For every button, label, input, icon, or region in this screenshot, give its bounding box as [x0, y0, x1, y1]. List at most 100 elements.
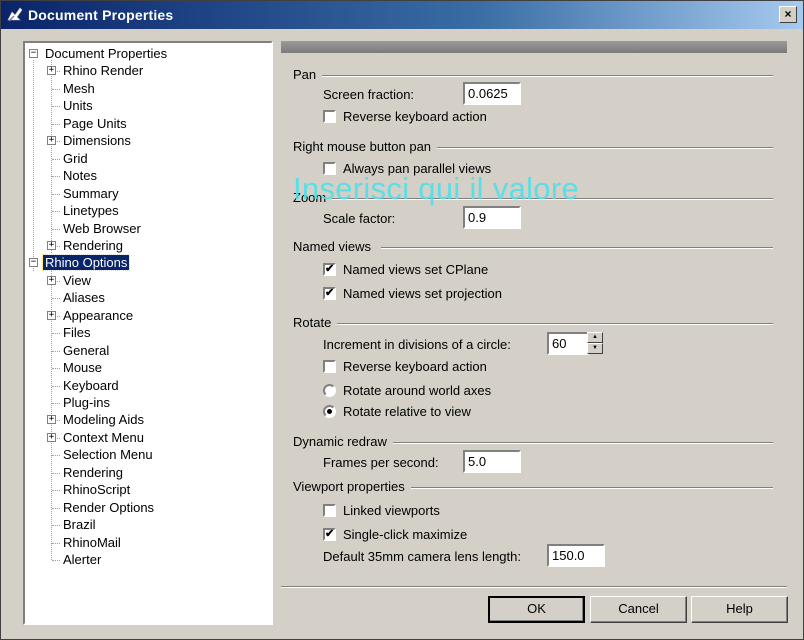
tree-item-label: General [63, 342, 110, 358]
tree-item-label: Aliases [63, 290, 105, 306]
tree-guide-line [52, 455, 60, 457]
tree-item[interactable]: Rhino Render [61, 62, 145, 79]
right-mouse-group-label: Right mouse button pan [293, 139, 438, 154]
tree-guide-line [52, 490, 60, 492]
increment-divisions-input[interactable]: 60 [547, 332, 589, 355]
title-bar[interactable]: Document Properties × [1, 1, 803, 29]
scale-factor-input[interactable]: 0.9 [463, 206, 521, 229]
tree-item[interactable]: Appearance [61, 307, 135, 324]
document-properties-dialog: Document Properties × Document Propertie… [0, 0, 804, 640]
tree-item[interactable]: View [61, 272, 93, 289]
cancel-button[interactable]: Cancel [590, 596, 687, 623]
plus-icon[interactable]: + [47, 136, 56, 146]
tree-guide-line [52, 106, 60, 108]
tree-item[interactable]: Mesh [61, 80, 97, 97]
tree-item[interactable]: Page Units [61, 115, 129, 132]
pan-reverse-keyboard-checkbox[interactable] [323, 110, 336, 123]
tree-item-label: Rendering [63, 464, 123, 480]
group-line [433, 147, 773, 149]
tree-item[interactable]: Grid [61, 150, 90, 167]
tree-item[interactable]: Context Menu [61, 429, 146, 446]
named-views-group-label: Named views [293, 239, 378, 254]
tree-item[interactable]: Mouse [61, 359, 104, 376]
linked-viewports-checkbox[interactable] [323, 504, 336, 517]
tree-item-label: Render Options [63, 499, 155, 515]
screen-fraction-input[interactable]: 0.0625 [463, 82, 521, 105]
tree-item-label: Mouse [63, 360, 103, 376]
single-click-maximize-checkbox[interactable]: ✔ [323, 528, 336, 541]
tree-item[interactable]: Rendering [61, 464, 125, 481]
minus-icon[interactable]: − [29, 258, 38, 268]
options-tree[interactable]: Document Properties − Rhino Render + Mesh Uni… [23, 41, 273, 625]
tree-guide-line [52, 298, 60, 300]
tree-item[interactable]: RhinoMail [61, 534, 123, 551]
tree-item[interactable]: Rendering [61, 237, 125, 254]
viewport-properties-group-label: Viewport properties [293, 479, 411, 494]
tree-item[interactable]: Render Options [61, 499, 156, 516]
spin-down-icon[interactable]: ▼ [587, 343, 603, 354]
help-button[interactable]: Help [691, 596, 788, 623]
tree-guide-line [52, 560, 60, 562]
tree-item-label: Plug-ins [63, 395, 110, 410]
tree-item[interactable]: Plug-ins [61, 394, 112, 411]
ok-button[interactable]: OK [488, 596, 585, 623]
plus-icon[interactable]: + [47, 432, 56, 442]
tree-item[interactable]: Units [61, 97, 95, 114]
tree-item-label: View [63, 272, 91, 288]
tree-item[interactable]: General [61, 342, 111, 359]
plus-icon[interactable]: + [47, 310, 56, 320]
rotate-group-label: Rotate [293, 315, 338, 330]
options-panel: Pan Screen fraction: 0.0625 Reverse keyb… [281, 41, 787, 586]
button-divider [281, 586, 787, 588]
tree-item[interactable]: RhinoScript [61, 481, 132, 498]
group-line [337, 323, 773, 325]
tree-item[interactable]: Summary [61, 185, 121, 202]
tree-guide-line [52, 472, 60, 474]
tree-guide-line [52, 333, 60, 335]
rotate-reverse-keyboard-checkbox[interactable] [323, 360, 336, 373]
check-icon: ✔ [325, 528, 335, 540]
frames-per-second-input[interactable]: 5.0 [463, 450, 521, 473]
tree-item-label: Files [63, 325, 91, 341]
single-click-maximize-label: Single-click maximize [343, 527, 468, 542]
plus-icon[interactable]: + [47, 240, 56, 250]
tree-item[interactable]: Aliases [61, 289, 107, 306]
tree-item-label: Dimensions [63, 133, 131, 149]
tree-item[interactable]: Modeling Aids [61, 411, 146, 428]
increment-spinner[interactable]: ▲ ▼ [587, 332, 603, 355]
tree-item[interactable]: Linetypes [61, 202, 121, 219]
increment-divisions-label: Increment in divisions of a circle: [323, 337, 511, 352]
tree-item[interactable]: Rhino Options [41, 254, 131, 272]
tree-item[interactable]: Keyboard [61, 377, 121, 394]
tree-item-label: Keyboard [63, 377, 119, 393]
minus-icon[interactable]: − [29, 49, 38, 58]
plus-icon[interactable]: + [47, 415, 56, 425]
tree-item-label: Notes [63, 168, 97, 184]
tree-guide-line [52, 211, 60, 213]
tree-item[interactable]: Dimensions [61, 132, 133, 149]
rotate-relative-view-radio[interactable] [323, 405, 336, 418]
frames-per-second-label: Frames per second: [323, 455, 439, 470]
rotate-relative-view-label: Rotate relative to view [343, 404, 471, 419]
pan-group-label: Pan [293, 67, 323, 82]
tree-item[interactable]: Web Browser [61, 220, 143, 237]
close-button[interactable]: × [779, 6, 797, 23]
tree-item-label: Appearance [63, 307, 134, 323]
plus-icon[interactable]: + [47, 275, 56, 285]
tree-item[interactable]: Alerter [61, 551, 103, 568]
tree-guide-line [52, 525, 60, 527]
tree-item[interactable]: Brazil [61, 516, 98, 533]
camera-lens-length-label: Default 35mm camera lens length: [323, 549, 521, 564]
tree-item[interactable]: Selection Menu [61, 446, 155, 463]
rotate-world-axes-radio[interactable] [323, 384, 336, 397]
spin-up-icon[interactable]: ▲ [587, 332, 603, 343]
named-views-projection-checkbox[interactable]: ✔ [323, 287, 336, 300]
linked-viewports-label: Linked viewports [343, 503, 440, 518]
tree-item[interactable]: Document Properties [43, 45, 169, 62]
camera-lens-length-input[interactable]: 150.0 [547, 544, 605, 567]
tree-guide-line [52, 123, 60, 125]
plus-icon[interactable]: + [47, 66, 56, 76]
tree-item[interactable]: Files [61, 324, 92, 341]
named-views-cplane-checkbox[interactable]: ✔ [323, 263, 336, 276]
tree-item[interactable]: Notes [61, 167, 99, 184]
